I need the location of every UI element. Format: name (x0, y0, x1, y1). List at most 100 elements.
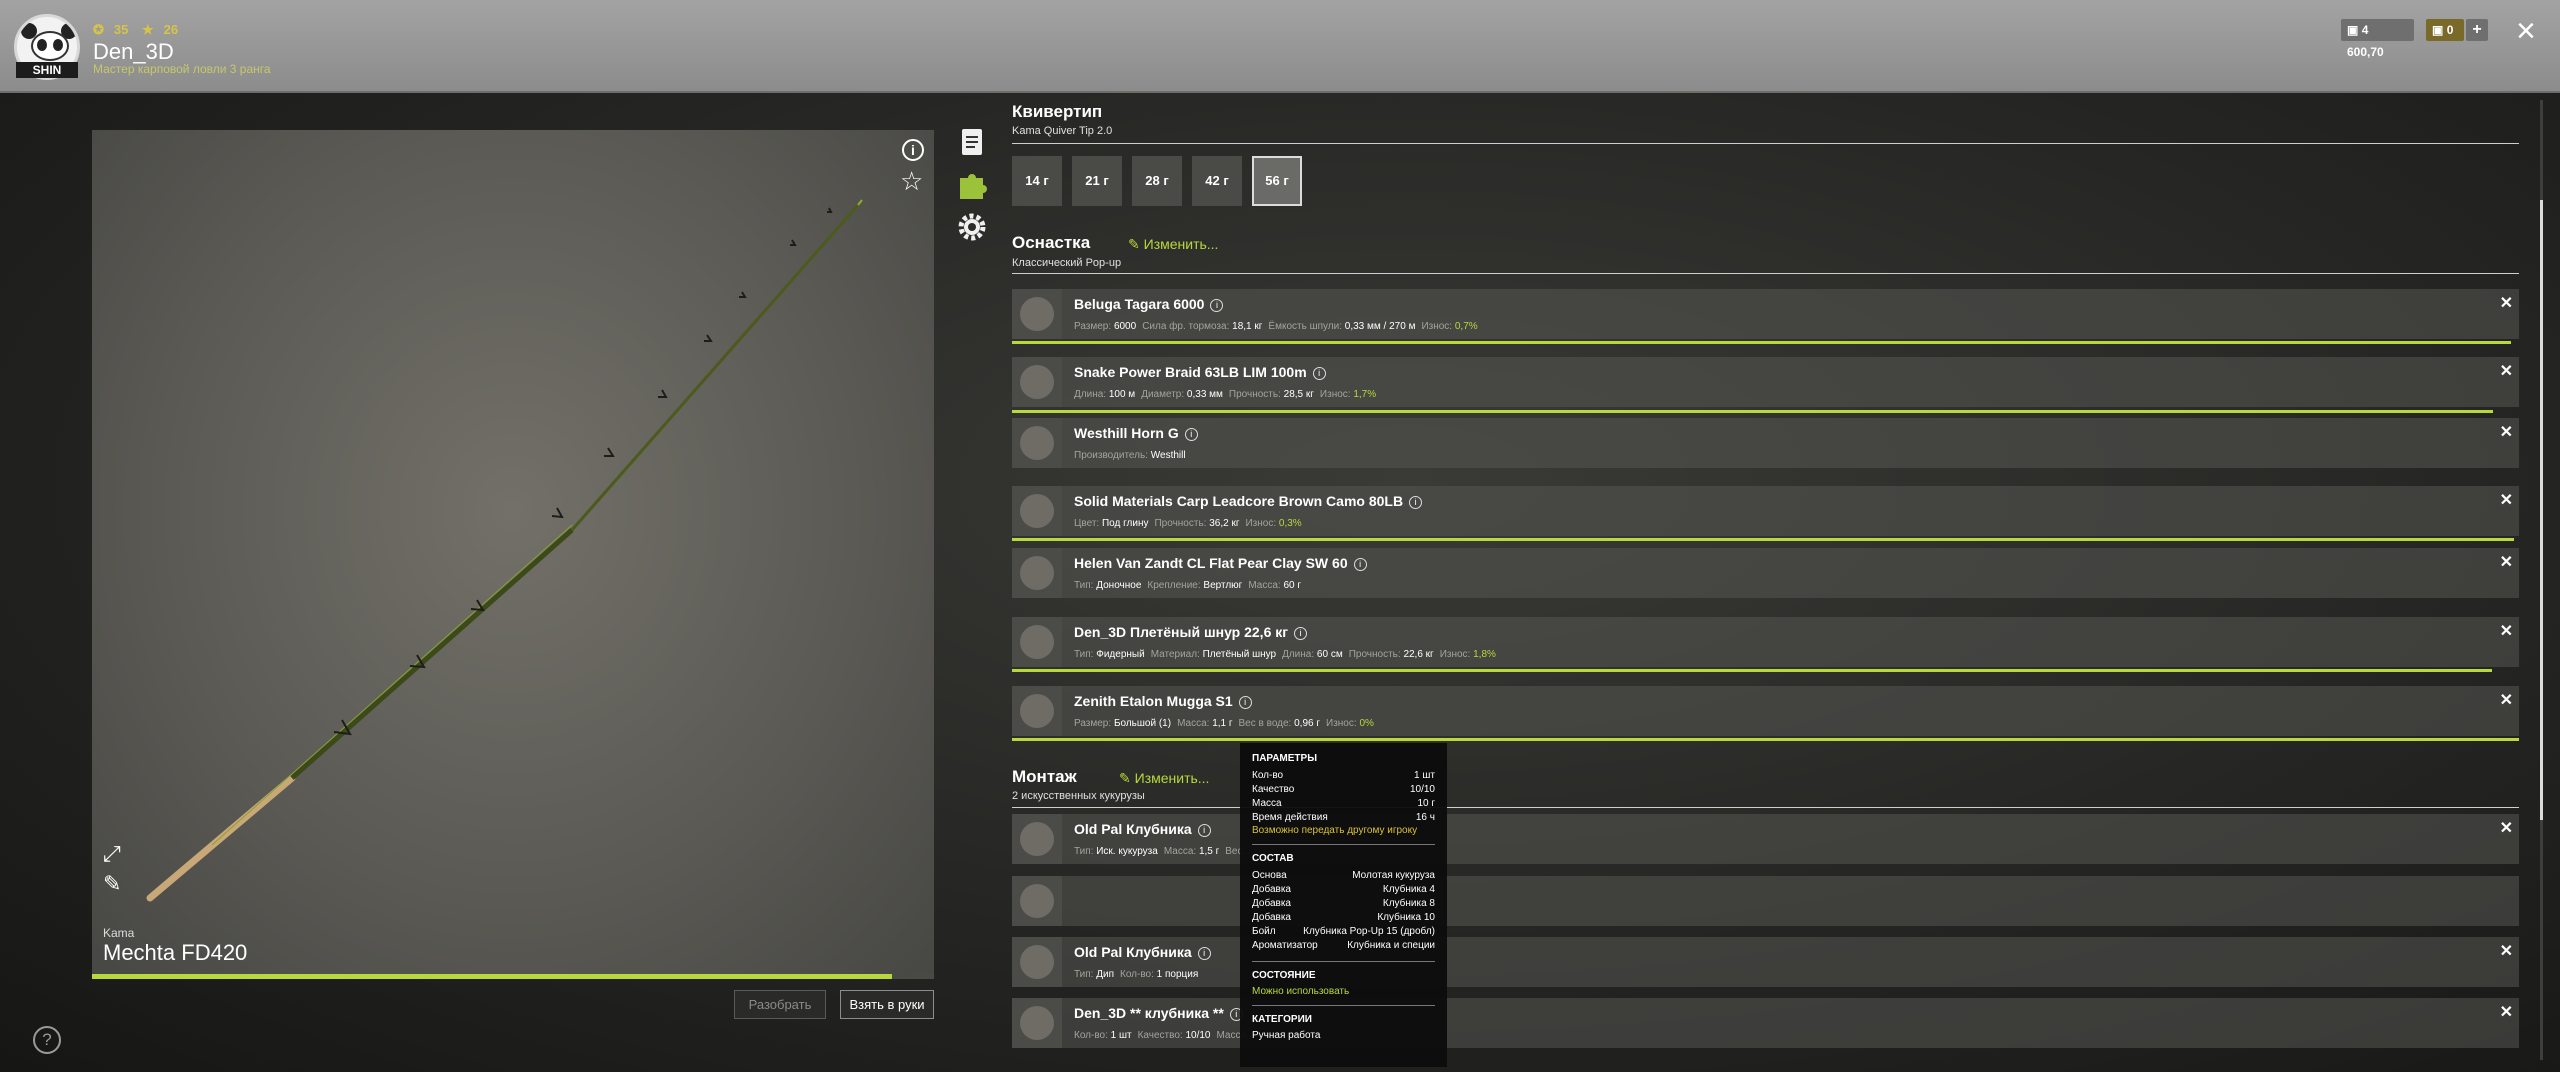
property-value: 1,8% (1473, 649, 1496, 660)
property-label: Размер: (1074, 321, 1112, 332)
property-label: Цвет: (1074, 518, 1100, 529)
item-image (1020, 1006, 1054, 1040)
tooltip-key: Качество (1252, 784, 1295, 795)
expand-icon[interactable]: ⤢ (103, 843, 121, 865)
item-tooltip: ПАРАМЕТРЫ Кол-во 1 шт Качество 10/10 Масса 10… (1240, 743, 1447, 1067)
tackle-title: Den_3D Плетёный шнур 22,6 кг i (1074, 624, 1308, 640)
info-icon[interactable]: i (1197, 947, 1211, 960)
property-label: Износ: (1319, 389, 1351, 400)
tackle-thumbnail (1012, 357, 1062, 407)
edit-pencil-icon[interactable]: ✎ (103, 873, 121, 895)
tooltip-transfer-note: Возможно передать другому игроку (1252, 825, 1418, 836)
tackle-title: Snake Power Braid 63LB LIM 100m i (1074, 364, 1326, 380)
remove-icon[interactable]: ✕ (2500, 690, 2513, 710)
tooltip-value: 1 шт (1414, 770, 1435, 781)
silver-balance[interactable]: ▣ 4 600,70 (2341, 19, 2414, 59)
mount-row[interactable]: Old Pal Клубника i Тип: Дип Кол-во: 1 порци… (1012, 937, 2519, 987)
info-icon[interactable]: i (1197, 824, 1211, 837)
mount-edit-button[interactable]: ✎ Изменить... (1119, 770, 1209, 787)
info-icon[interactable]: i (1210, 299, 1224, 312)
mount-thumbnail (1012, 876, 1062, 926)
property-value: Плетёный шнур (1202, 649, 1277, 660)
mount-row[interactable] (1012, 876, 2519, 926)
remove-icon[interactable]: ✕ (2500, 490, 2513, 510)
info-icon[interactable]: i (1294, 627, 1308, 640)
tackle-title-text: Solid Materials Carp Leadcore Brown Camo… (1074, 493, 1404, 509)
disassemble-button[interactable]: Разобрать (734, 990, 826, 1019)
tooltip-params: Кол-во 1 шт Качество 10/10 Масса 10 г Время де… (1252, 769, 1435, 825)
quivertip-subtitle: Kama Quiver Tip 2.0 (1012, 125, 1113, 137)
take-in-hands-button[interactable]: Взять в руки (840, 990, 934, 1019)
rod-name: Mechta FD420 (103, 940, 248, 965)
weight-option[interactable]: 28 г (1132, 156, 1182, 206)
info-icon[interactable]: i (902, 139, 924, 161)
property-label: Масса: (1248, 580, 1281, 591)
weight-option[interactable]: 42 г (1192, 156, 1242, 206)
remove-icon[interactable]: ✕ (2500, 621, 2513, 641)
tackle-thumbnail (1012, 486, 1062, 536)
tooltip-value: Молотая кукуруза (1352, 870, 1435, 881)
remove-icon[interactable]: ✕ (2500, 361, 2513, 381)
item-image (1020, 297, 1054, 331)
tackle-row[interactable]: Den_3D Плетёный шнур 22,6 кг i Тип: Фидерн… (1012, 617, 2519, 667)
gold-balance[interactable]: ▣ 0 (2426, 19, 2464, 41)
property-value: 0,96 г (1294, 718, 1321, 729)
property-label: Качество: (1137, 1030, 1183, 1041)
remove-icon[interactable]: ✕ (2500, 422, 2513, 442)
info-icon[interactable]: i (1184, 428, 1198, 441)
remove-icon[interactable]: ✕ (2500, 293, 2513, 313)
remove-icon[interactable]: ✕ (2500, 552, 2513, 572)
property-label: Износ: (1326, 718, 1357, 729)
tackle-edit-label: Изменить... (1143, 236, 1219, 252)
scrollbar-thumb[interactable] (2540, 200, 2543, 820)
favorite-star-icon[interactable]: ☆ (900, 168, 923, 194)
weight-option[interactable]: 14 г (1012, 156, 1062, 206)
info-icon[interactable]: i (1353, 558, 1367, 571)
tackle-row[interactable]: Zenith Etalon Mugga S1 i Размер: Большой (… (1012, 686, 2519, 736)
property-label: Тип: (1074, 846, 1094, 857)
remove-icon[interactable]: ✕ (2500, 941, 2513, 961)
tackle-row[interactable]: Westhill Horn G i Производитель: Westhill ✕ (1012, 418, 2519, 468)
tackle-row[interactable]: Helen Van Zandt CL Flat Pear Clay SW 60 i… (1012, 548, 2519, 598)
help-icon[interactable]: ? (33, 1026, 61, 1054)
info-icon[interactable]: i (1312, 367, 1326, 380)
tab-tackle[interactable] (955, 168, 989, 202)
divider (1252, 844, 1435, 845)
tackle-properties: Длина: 100 м Диаметр: 0,33 мм Прочность: 2… (1074, 389, 1382, 400)
stars-icon: ★ (142, 22, 154, 37)
tab-description[interactable] (955, 126, 989, 160)
info-icon[interactable]: i (1409, 496, 1423, 509)
tackle-thumbnail (1012, 289, 1062, 339)
remove-icon[interactable]: ✕ (2500, 818, 2513, 838)
tab-settings[interactable] (955, 210, 989, 244)
tackle-row[interactable]: Beluga Tagara 6000 i Размер: 6000 Сила фр. … (1012, 289, 2519, 339)
property-value: Под глину (1101, 518, 1149, 529)
tackle-row[interactable]: Solid Materials Carp Leadcore Brown Camo… (1012, 486, 2519, 536)
property-label: Кол-во: (1120, 969, 1154, 980)
tackle-edit-button[interactable]: ✎ Изменить... (1128, 236, 1218, 253)
tackle-row[interactable]: Snake Power Braid 63LB LIM 100m i Длина: 1… (1012, 357, 2519, 407)
remove-icon[interactable]: ✕ (2500, 1002, 2513, 1022)
property-value: 60 г (1283, 580, 1302, 591)
tooltip-row: Добавка Клубника 10 (1252, 911, 1435, 925)
add-currency-button[interactable]: + (2466, 19, 2488, 41)
property-value: 18,1 кг (1232, 321, 1263, 332)
property-label: Материал: (1150, 649, 1200, 660)
weight-option[interactable]: 21 г (1072, 156, 1122, 206)
tooltip-value: 16 ч (1415, 812, 1435, 823)
close-icon[interactable]: × (2516, 14, 2536, 48)
gear-icon (958, 213, 986, 241)
tackle-wear-bar (1012, 538, 2514, 541)
tooltip-row: Масса 10 г (1252, 797, 1435, 811)
edit-icon: ✎ (1119, 770, 1131, 786)
weight-option[interactable]: 56 г (1252, 156, 1302, 206)
info-icon[interactable]: i (1238, 696, 1252, 709)
property-value: 0,7% (1454, 321, 1478, 332)
tooltip-row: Добавка Клубника 8 (1252, 897, 1435, 911)
mount-row[interactable]: Den_3D ** клубника ** i Кол-во: 1 шт Качест… (1012, 998, 2519, 1048)
item-image (1020, 694, 1054, 728)
property-value: 60 см (1316, 649, 1343, 660)
mount-row[interactable]: Old Pal Клубника i Тип: Иск. кукуруза Масса… (1012, 814, 2519, 864)
mount-title-text: Den_3D ** клубника ** (1074, 1005, 1224, 1021)
property-value: 28,5 кг (1283, 389, 1314, 400)
